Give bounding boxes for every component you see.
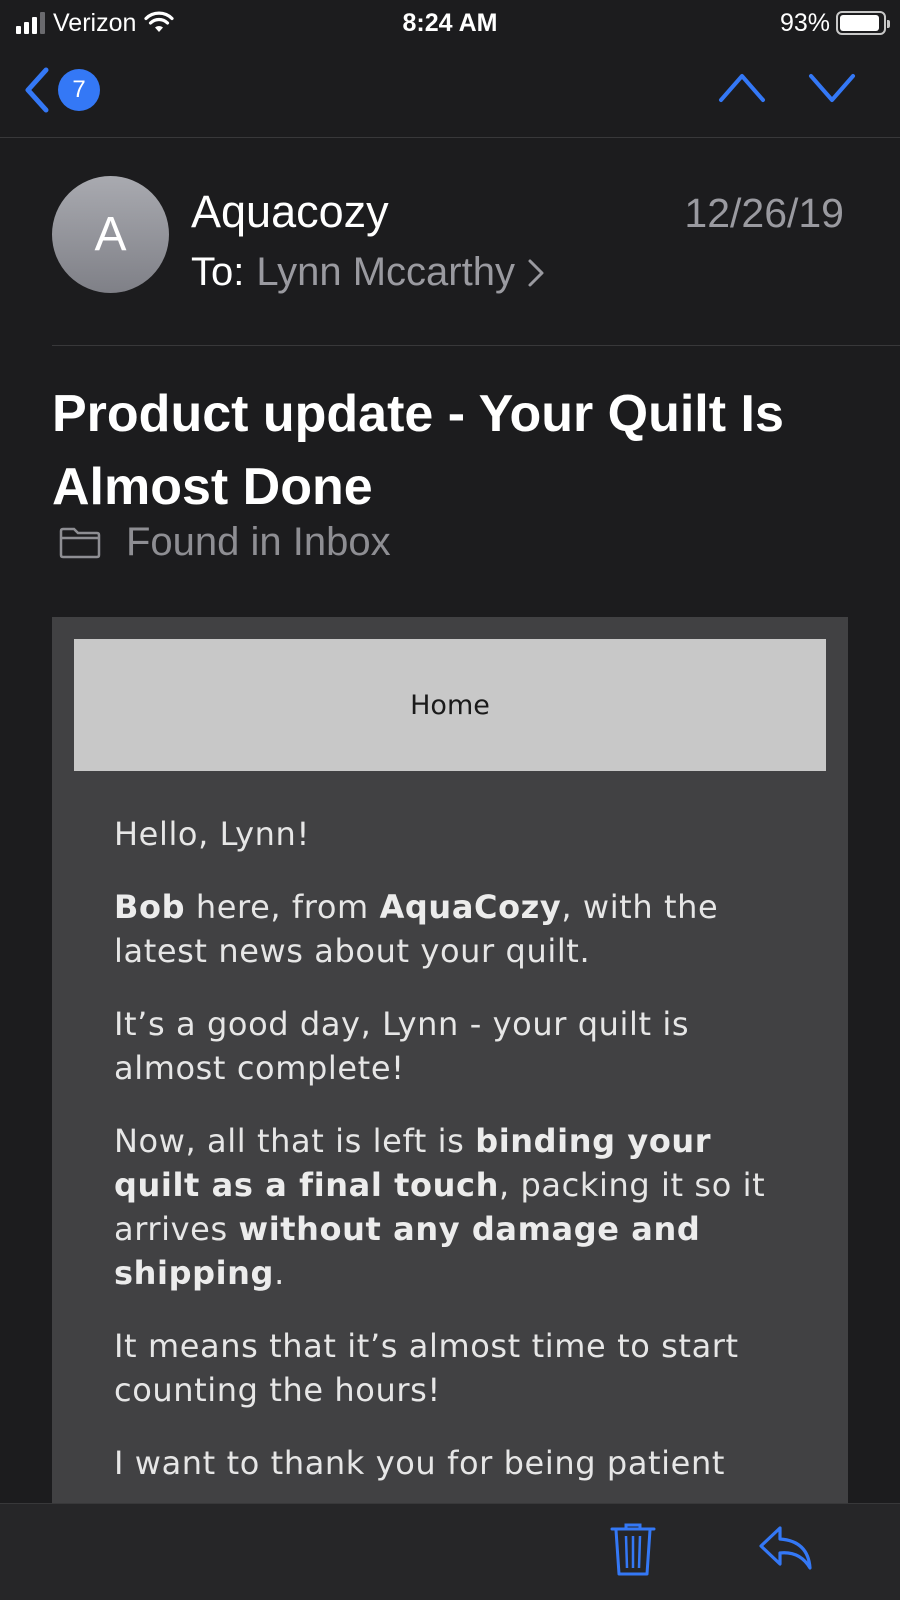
reply-button[interactable] xyxy=(758,1524,814,1577)
thanks-paragraph: I want to thank you for being patient xyxy=(114,1444,725,1482)
folder-location[interactable]: Found in Inbox xyxy=(58,520,391,565)
battery-fill xyxy=(840,15,880,31)
chevron-up-icon xyxy=(719,74,765,102)
status-left: Verizon xyxy=(16,9,174,38)
to-label: To: xyxy=(191,250,245,294)
header-divider xyxy=(52,345,900,346)
greeting-paragraph: Hello, Lynn! xyxy=(114,815,310,853)
folder-label: Found in Inbox xyxy=(126,520,391,564)
previous-message-button[interactable] xyxy=(718,70,766,109)
recipient-line[interactable]: To: Lynn Mccarthy xyxy=(191,250,545,295)
status-right: 93% xyxy=(779,8,890,38)
home-link[interactable]: Home xyxy=(74,639,826,771)
battery-icon xyxy=(836,11,890,35)
wifi-icon xyxy=(144,11,174,32)
status-paragraph: It’s a good day, Lynn - your quilt is al… xyxy=(114,1005,690,1087)
unread-count-badge: 7 xyxy=(58,69,100,111)
sender-name[interactable]: Aquacozy xyxy=(191,186,389,238)
message-date: 12/26/19 xyxy=(684,190,844,236)
chevron-left-icon xyxy=(25,67,49,113)
chevron-down-icon xyxy=(809,74,855,102)
remaining-steps-paragraph: Now, all that is left is binding your qu… xyxy=(114,1122,766,1292)
status-bar: Verizon 8:24 AM 93% xyxy=(0,0,900,46)
carrier-label: Verizon xyxy=(53,8,137,37)
next-message-button[interactable] xyxy=(808,70,856,109)
email-content: Home Hello, Lynn! Bob here, from AquaCoz… xyxy=(52,617,848,1517)
back-button[interactable]: 7 xyxy=(22,66,100,114)
message-subject: Product update - Your Quilt Is Almost Do… xyxy=(52,385,784,516)
sender-avatar[interactable]: A xyxy=(52,176,169,293)
bottom-toolbar xyxy=(0,1503,900,1600)
reply-icon xyxy=(759,1526,812,1570)
delete-button[interactable] xyxy=(610,1522,656,1583)
recipient-name: Lynn Mccarthy xyxy=(256,250,515,294)
intro-paragraph: Bob here, from AquaCozy, with the latest… xyxy=(114,888,719,970)
email-body-text: Hello, Lynn! Bob here, from AquaCozy, wi… xyxy=(114,812,794,1514)
trash-icon xyxy=(610,1523,656,1576)
signal-icon xyxy=(16,12,45,34)
battery-percent: 93% xyxy=(779,8,830,37)
nav-bar: 7 xyxy=(0,46,900,138)
countdown-paragraph: It means that it’s almost time to start … xyxy=(114,1327,739,1409)
chevron-right-icon xyxy=(528,259,544,286)
folder-icon xyxy=(59,527,101,558)
